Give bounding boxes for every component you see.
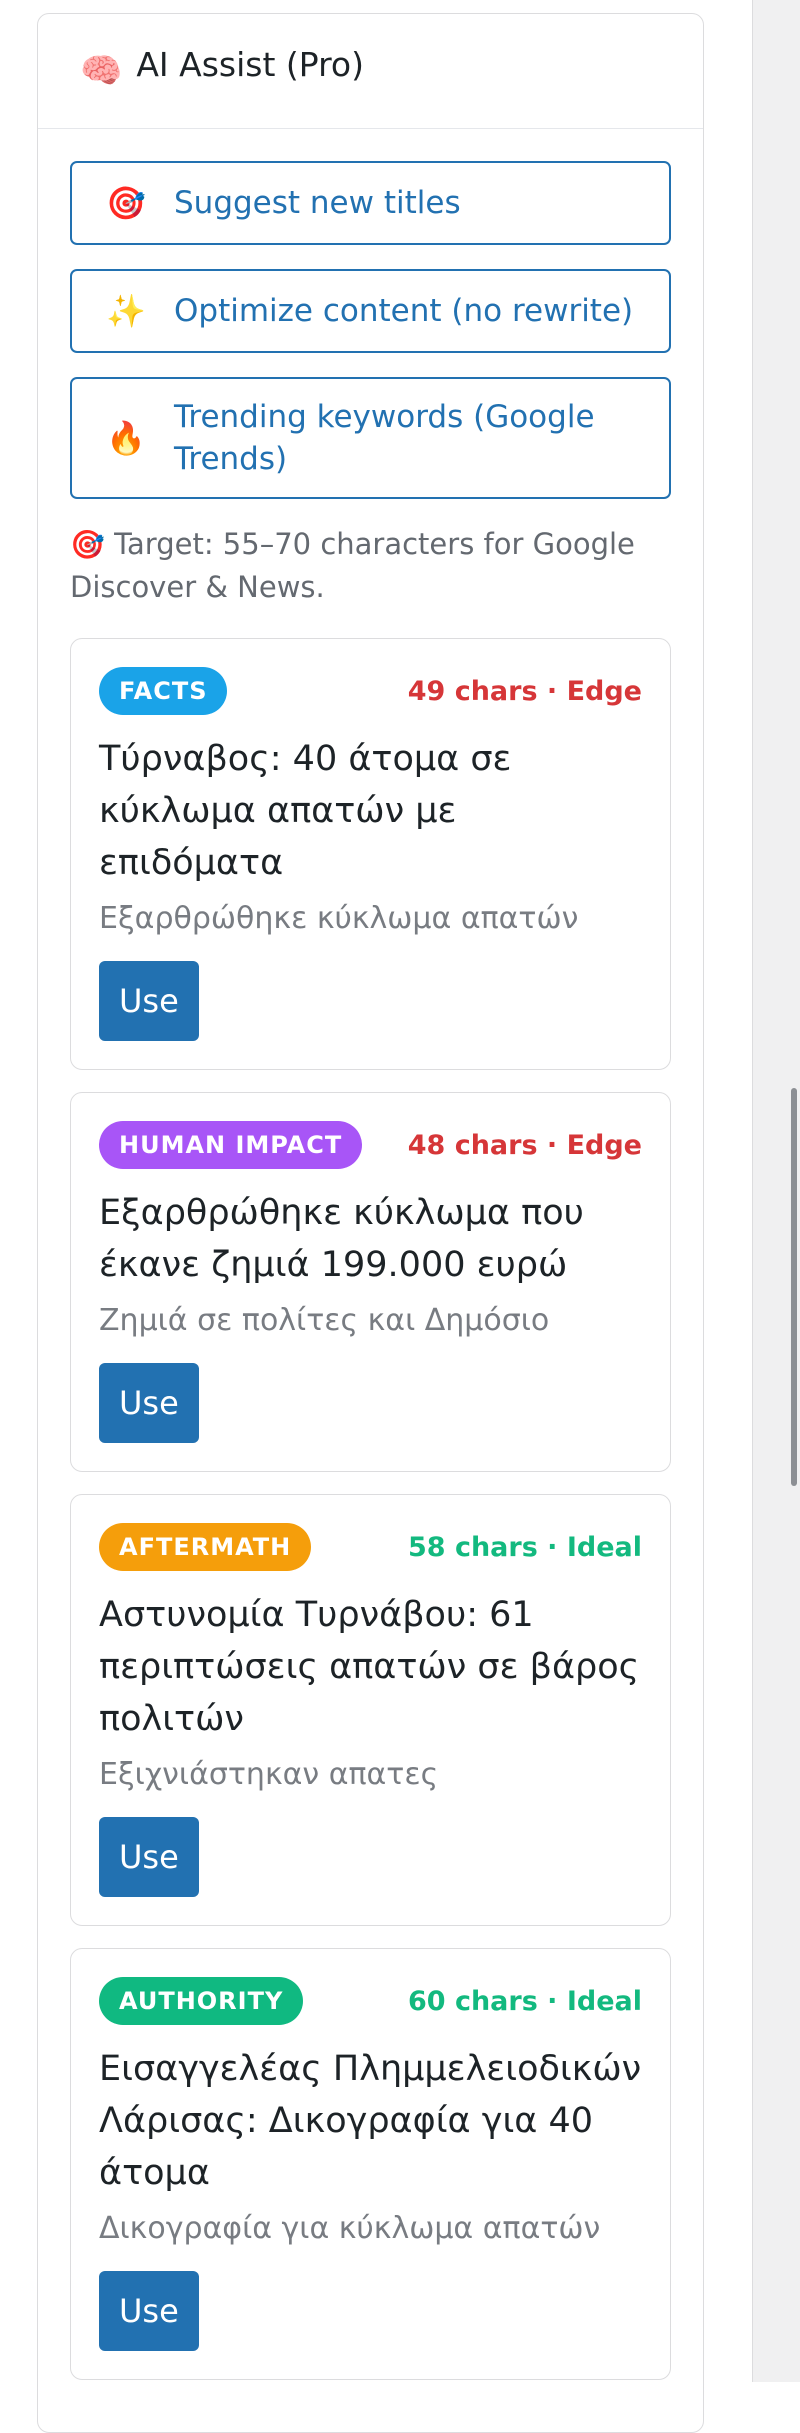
suggestion-card: AFTERMATH 58 chars · Ideal Αστυνομία Τυρ… <box>70 1494 671 1926</box>
suggest-titles-button[interactable]: 🎯 Suggest new titles <box>70 161 671 245</box>
target-hint-text: Target: 55–70 characters for Google Disc… <box>70 527 635 604</box>
use-button[interactable]: Use <box>99 1817 199 1897</box>
suggested-subtitle: Εξαρθρώθηκε κύκλωμα απατών <box>99 901 579 936</box>
category-tag: AFTERMATH <box>99 1523 312 1571</box>
brain-icon: 🧠 <box>80 51 123 91</box>
target-icon: 🎯 <box>70 528 105 561</box>
category-tag: AUTHORITY <box>99 1977 304 2025</box>
suggested-subtitle: Ζημιά σε πολίτες και Δημόσιο <box>99 1303 550 1338</box>
use-button[interactable]: Use <box>99 2271 199 2351</box>
suggest-titles-label: Suggest new titles <box>174 185 461 221</box>
fire-icon: 🔥 <box>106 419 146 457</box>
optimize-content-button[interactable]: ✨ Optimize content (no rewrite) <box>70 269 671 353</box>
trending-keywords-label: Trending keywords (Google Trends) <box>174 399 595 477</box>
ai-assist-panel: 🧠 AI Assist (Pro) 🎯 Suggest new titles ✨… <box>37 13 704 2433</box>
char-count-badge: 49 chars · Edge <box>407 675 642 707</box>
use-button[interactable]: Use <box>99 1363 199 1443</box>
suggested-title: Εισαγγελέας Πλημμελειοδικών Λάρισας: Δικ… <box>99 2049 642 2193</box>
suggested-subtitle: Δικογραφία για κύκλωμα απατών <box>99 2211 601 2246</box>
target-icon: 🎯 <box>106 184 146 222</box>
use-button[interactable]: Use <box>99 961 199 1041</box>
char-count-badge: 60 chars · Ideal <box>407 1985 642 2017</box>
char-count-badge: 48 chars · Edge <box>407 1129 642 1161</box>
category-tag: HUMAN IMPACT <box>99 1121 363 1169</box>
optimize-content-label: Optimize content (no rewrite) <box>174 293 634 329</box>
suggestion-card: HUMAN IMPACT 48 chars · Edge Εξαρθρώθηκε… <box>70 1092 671 1472</box>
suggested-title: Εξαρθρώθηκε κύκλωμα που έκανε ζημιά 199.… <box>99 1193 584 1285</box>
suggestion-card: AUTHORITY 60 chars · Ideal Εισαγγελέας Π… <box>70 1948 671 2380</box>
sparkles-icon: ✨ <box>106 292 146 330</box>
panel-header[interactable]: 🧠 AI Assist (Pro) <box>38 14 703 129</box>
target-hint: 🎯 Target: 55–70 characters for Google Di… <box>70 523 671 608</box>
suggested-subtitle: Εξιχνιάστηκαν απατες <box>99 1757 439 1792</box>
trending-keywords-button[interactable]: 🔥 Trending keywords (Google Trends) <box>70 377 671 499</box>
panel-body: 🎯 Suggest new titles ✨ Optimize content … <box>38 129 703 2380</box>
scrollbar-thumb[interactable] <box>791 1088 797 1486</box>
suggested-title: Τύρναβος: 40 άτομα σε κύκλωμα απατών με … <box>99 739 512 883</box>
suggested-title: Αστυνομία Τυρνάβου: 61 περιπτώσεις απατώ… <box>99 1595 640 1739</box>
panel-title: AI Assist (Pro) <box>136 44 364 84</box>
category-tag: FACTS <box>99 667 228 715</box>
char-count-badge: 58 chars · Ideal <box>407 1531 642 1563</box>
suggestion-card: FACTS 49 chars · Edge Τύρναβος: 40 άτομα… <box>70 638 671 1070</box>
